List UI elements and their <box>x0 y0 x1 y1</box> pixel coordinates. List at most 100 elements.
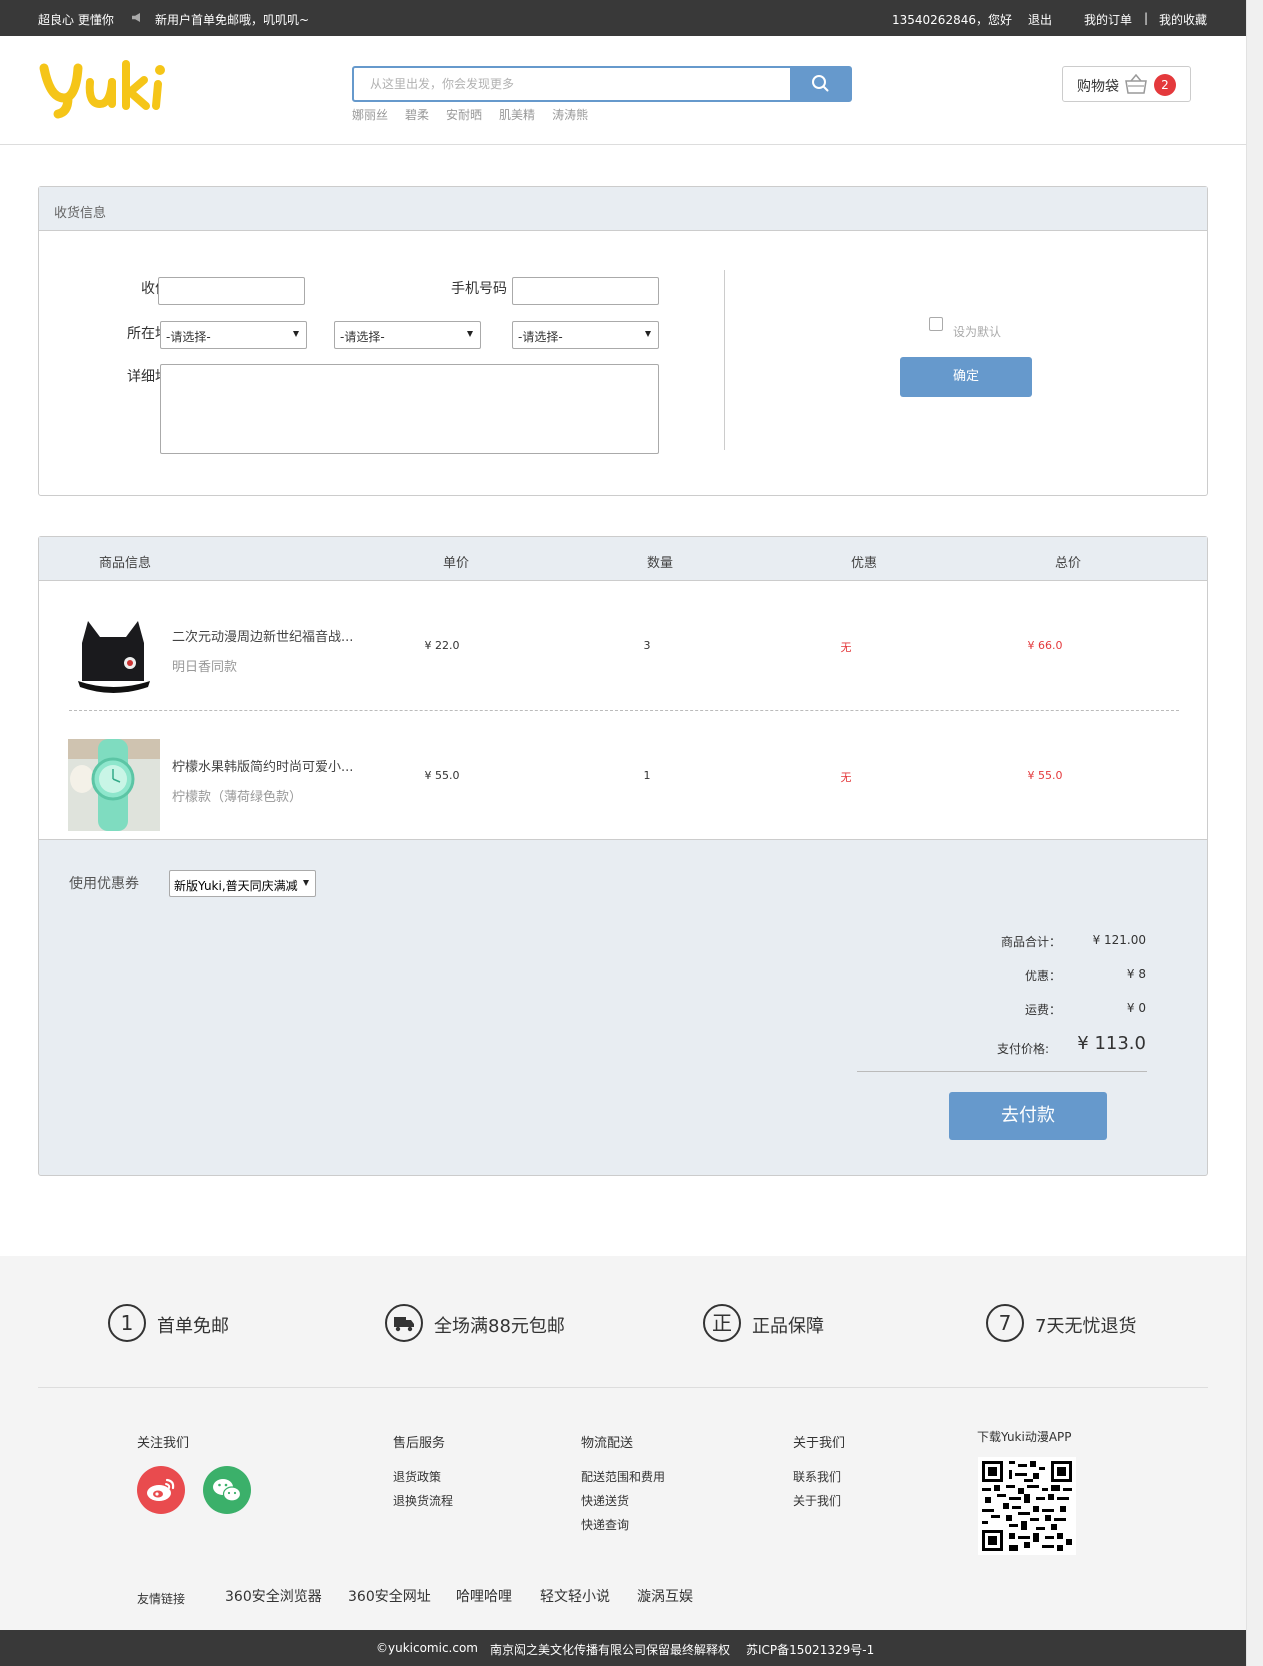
footer-link[interactable]: 联系我们 <box>793 1468 841 1485</box>
col-quantity: 数量 <box>647 556 674 571</box>
site-header: 娜丽丝 碧柔 安耐晒 肌美精 涛涛熊 购物袋 2 <box>0 36 1246 145</box>
speaker-icon <box>132 13 140 22</box>
confirm-button[interactable]: 确定 <box>900 357 1032 397</box>
friend-link[interactable]: 漩涡互娱 <box>637 1586 693 1606</box>
search-icon <box>812 75 829 92</box>
item-discount: 无 <box>840 641 852 654</box>
coupon-select-value: 新版Yuki,普天同庆满减 <box>174 879 298 893</box>
footer-link[interactable]: 退换货流程 <box>393 1492 453 1509</box>
col-product-info: 商品信息 <box>99 556 152 571</box>
phone-input[interactable] <box>512 277 659 305</box>
shipping-value: ¥ 0 <box>1126 1001 1146 1015</box>
friend-link[interactable]: 哈哩哈哩 <box>456 1586 512 1606</box>
footer-link[interactable]: 快递查询 <box>581 1516 629 1533</box>
product-variant: 柠檬款（薄荷绿色款） <box>172 790 303 805</box>
detail-address-textarea[interactable] <box>160 364 659 454</box>
shipping-label: 运费： <box>1024 1003 1061 1017</box>
province-select-value: -请选择- <box>166 330 211 344</box>
genuine-circle-icon: 正 <box>703 1304 741 1342</box>
cart-label: 购物袋 <box>1077 79 1119 95</box>
footer-link[interactable]: 退货政策 <box>393 1468 441 1485</box>
search-button[interactable] <box>790 68 850 100</box>
feature-text: 首单免邮 <box>157 1316 229 1337</box>
hot-word-link[interactable]: 涛涛熊 <box>552 108 588 122</box>
product-image-hat[interactable] <box>68 609 160 701</box>
product-variant: 明日香同款 <box>172 660 238 675</box>
notice-text: 新用户首单免邮哦，叽叽叽~ <box>155 13 310 27</box>
phone-label: 手机号码 <box>451 281 507 297</box>
yuki-logo[interactable] <box>38 58 170 120</box>
province-select[interactable]: -请选择- <box>160 321 307 349</box>
number-seven-circle-icon: 7 <box>986 1304 1024 1342</box>
item-discount: 无 <box>840 771 852 784</box>
unit-price: ¥ 22.0 <box>424 639 460 652</box>
col-total: 总价 <box>1055 556 1082 571</box>
city-select[interactable]: -请选择- <box>334 321 481 349</box>
receiver-input[interactable] <box>158 277 305 305</box>
app-qr-code[interactable] <box>978 1457 1076 1555</box>
hot-word-link[interactable]: 碧柔 <box>405 108 429 122</box>
top-bar: 超良心 更懂你 新用户首单免邮哦，叽叽叽~ 13540262846，您好 退出 … <box>0 0 1246 36</box>
footer-link[interactable]: 关于我们 <box>793 1492 841 1509</box>
slogan: 超良心 更懂你 <box>38 13 114 27</box>
order-table-header: 商品信息 单价 数量 优惠 总价 <box>39 537 1207 581</box>
logout-link[interactable]: 退出 <box>1028 11 1052 28</box>
friend-link[interactable]: 360安全浏览器 <box>225 1586 322 1606</box>
dropdown-arrow-icon <box>303 880 309 886</box>
city-select-value: -请选择- <box>340 330 385 344</box>
quantity: 1 <box>643 769 651 782</box>
number-one-circle-icon: 1 <box>108 1304 146 1342</box>
order-row: 柠檬水果韩版简约时尚可爱小... 柠檬款（薄荷绿色款） ¥ 55.0 1 无 ¥… <box>39 711 1207 840</box>
hot-word-link[interactable]: 娜丽丝 <box>352 108 388 122</box>
set-default-label: 设为默认 <box>953 325 1002 339</box>
subtotal-value: ¥ 121.00 <box>1092 933 1146 947</box>
favorites-link[interactable]: 我的收藏 <box>1159 11 1207 28</box>
district-select[interactable]: -请选择- <box>512 321 659 349</box>
order-row: 二次元动漫周边新世纪福音战... 明日香同款 ¥ 22.0 3 无 ¥ 66.0 <box>39 581 1207 710</box>
hot-word-link[interactable]: 安耐晒 <box>446 108 482 122</box>
vertical-divider <box>724 270 725 450</box>
qr-code-image <box>982 1461 1072 1551</box>
search-input[interactable] <box>354 68 778 100</box>
yuki-logo-graphic <box>39 60 165 119</box>
friend-link[interactable]: 轻文轻小说 <box>540 1586 610 1606</box>
footer-link[interactable]: 配送范围和费用 <box>581 1468 665 1485</box>
pay-button[interactable]: 去付款 <box>949 1092 1107 1140</box>
page-scrollbar[interactable] <box>1246 0 1263 1666</box>
pay-price-label: 支付价格: <box>996 1042 1049 1056</box>
topbar-separator: | <box>1144 11 1149 25</box>
cart-button[interactable]: 购物袋 2 <box>1062 66 1191 102</box>
discount-value: ¥ 8 <box>1126 967 1146 981</box>
dropdown-arrow-icon <box>293 331 299 337</box>
follow-us-title: 关注我们 <box>137 1436 190 1451</box>
hot-words: 娜丽丝 碧柔 安耐晒 肌美精 涛涛熊 <box>352 106 605 123</box>
about-title: 关于我们 <box>793 1436 846 1451</box>
copyright-bar: ©yukicomic.com 南京闳之美文化传播有限公司保留最终解释权 苏ICP… <box>0 1630 1246 1666</box>
shipping-info-title: 收货信息 <box>39 187 1207 231</box>
unit-price: ¥ 55.0 <box>424 769 460 782</box>
dropdown-arrow-icon <box>467 331 473 337</box>
user-greeting[interactable]: 13540262846，您好 <box>892 11 1012 28</box>
weibo-icon[interactable] <box>137 1466 185 1514</box>
footer-link[interactable]: 快递送货 <box>581 1492 629 1509</box>
truck-glyph <box>394 1317 414 1332</box>
coupon-select[interactable]: 新版Yuki,普天同庆满减 <box>169 870 316 897</box>
order-items: 二次元动漫周边新世纪福音战... 明日香同款 ¥ 22.0 3 无 ¥ 66.0 <box>39 581 1207 840</box>
subtotal-label: 商品合计： <box>1000 935 1061 949</box>
friend-link[interactable]: 360安全网址 <box>348 1586 431 1606</box>
discount-label: 优惠： <box>1024 969 1061 983</box>
wechat-icon[interactable] <box>203 1466 251 1514</box>
product-name[interactable]: 二次元动漫周边新世纪福音战... <box>172 626 353 645</box>
product-name[interactable]: 柠檬水果韩版简约时尚可爱小... <box>172 756 353 775</box>
my-orders-link[interactable]: 我的订单 <box>1084 11 1132 28</box>
feature-text: 全场满88元包邮 <box>434 1316 565 1337</box>
feature-text: 7天无忧退货 <box>1035 1316 1137 1337</box>
set-default-checkbox[interactable] <box>929 317 943 331</box>
product-image-watch[interactable] <box>68 739 160 831</box>
district-select-value: -请选择- <box>518 330 563 344</box>
footer-divider <box>38 1387 1208 1388</box>
summary-divider <box>857 1071 1147 1072</box>
wechat-glyph <box>213 1479 242 1502</box>
hot-word-link[interactable]: 肌美精 <box>499 108 535 122</box>
truck-circle-icon <box>385 1304 423 1342</box>
